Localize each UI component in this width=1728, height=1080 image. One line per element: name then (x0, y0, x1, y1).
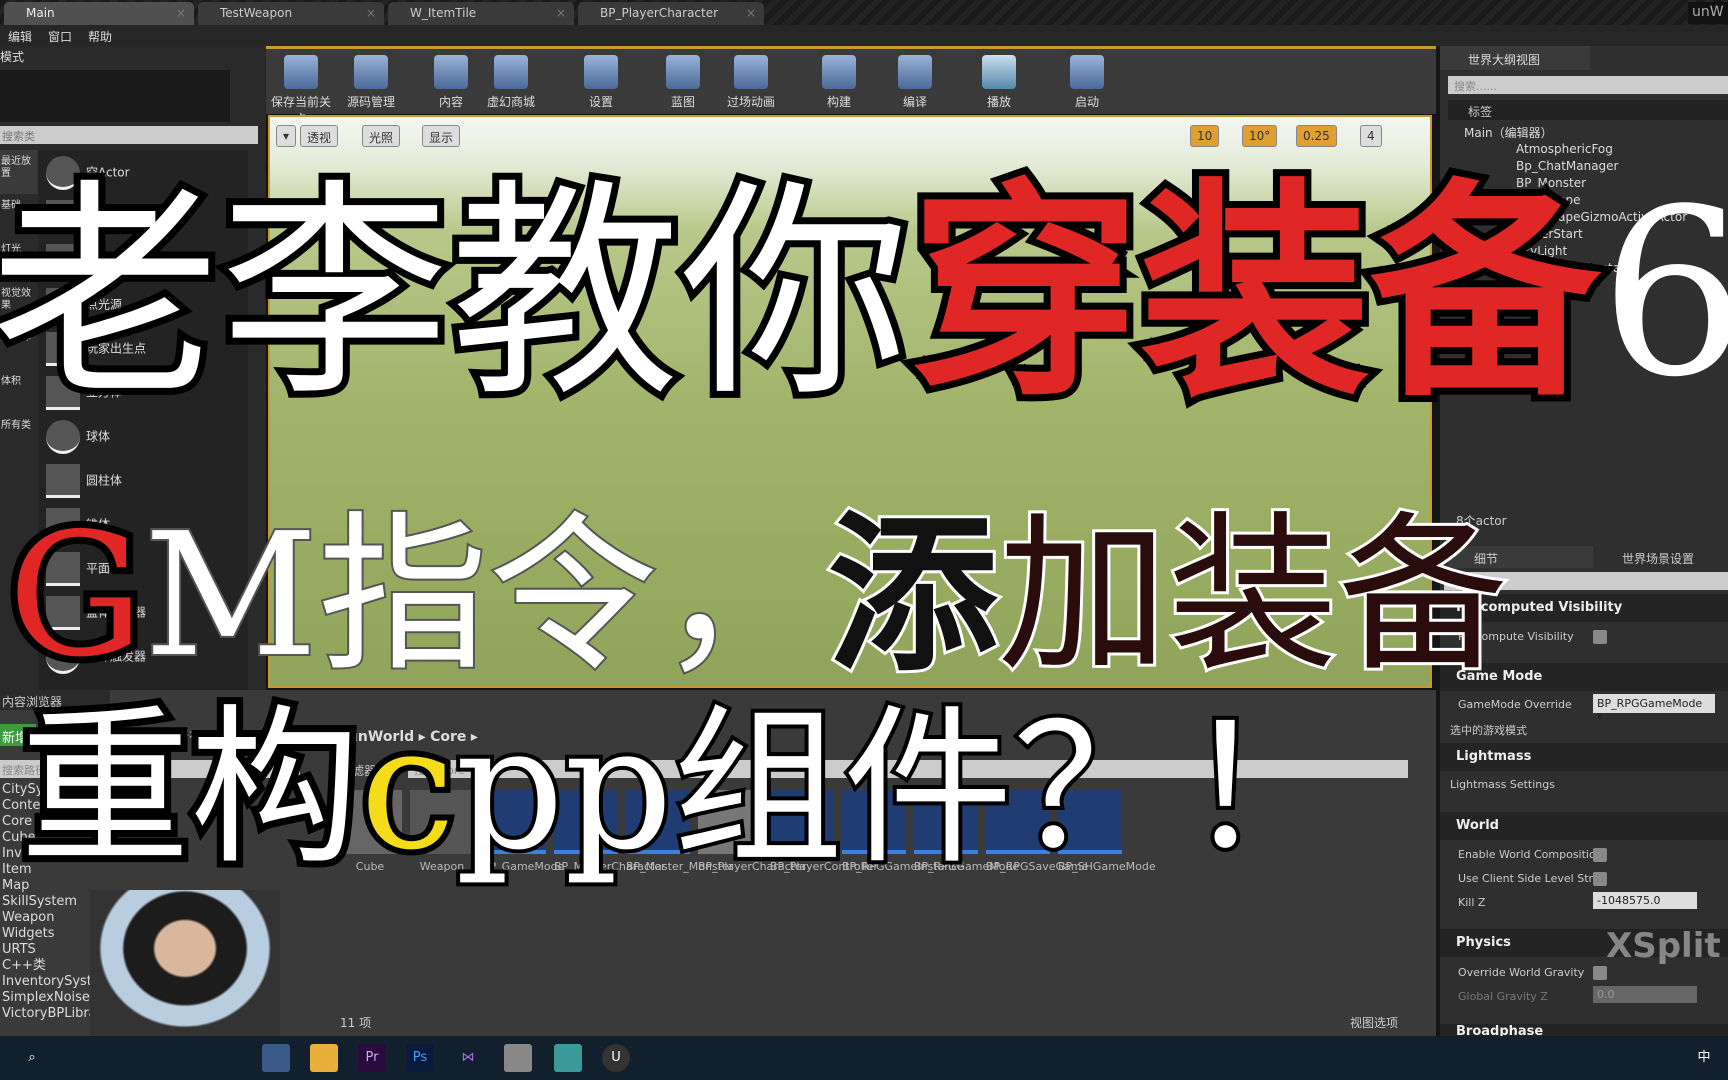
search-icon[interactable]: ⌕ (18, 1044, 46, 1072)
build-icon (822, 55, 856, 89)
section-broadphase[interactable]: Broadphase (1440, 1024, 1728, 1039)
view-options-button[interactable]: 视图选项 (1350, 1014, 1398, 1031)
blueprints-button[interactable]: 蓝图 (648, 55, 718, 110)
prop-label: Global Gravity Z (1458, 990, 1548, 1003)
outliner-tab[interactable]: 世界大纲视图 (1440, 46, 1590, 70)
source-control-button[interactable]: 源码管理 (336, 55, 406, 110)
xsplit-watermark: XSplit (1606, 926, 1721, 966)
outliner-row[interactable]: Main（编辑器） (1464, 124, 1553, 143)
title-overlay-line3: 重构cpp组件？！ (13, 690, 1357, 888)
file-explorer-icon[interactable] (310, 1044, 338, 1072)
override-gravity-checkbox[interactable] (1593, 966, 1607, 980)
mode-icons[interactable] (0, 70, 230, 122)
show-button[interactable]: 显示 (422, 125, 461, 147)
webcam-overlay (90, 890, 280, 1036)
world-composition-checkbox[interactable] (1593, 848, 1607, 862)
perspective-button[interactable]: 透视 (300, 125, 339, 147)
gear-icon (584, 55, 618, 89)
xsplit-icon[interactable] (554, 1044, 582, 1072)
prop-label: Use Client Side Level Stre (1458, 872, 1600, 885)
close-icon[interactable]: × (556, 6, 566, 20)
blueprint-icon (666, 55, 700, 89)
prop-label[interactable]: Lightmass Settings (1450, 778, 1555, 791)
rotation-snap-button[interactable]: 10° (1242, 125, 1278, 147)
gamemode-override-dropdown[interactable]: BP_RPGGameMode ▾ (1593, 694, 1715, 723)
menu-edit[interactable]: 编辑 (0, 25, 40, 48)
menu-help[interactable]: 帮助 (80, 25, 120, 48)
project-label: unW (1688, 2, 1728, 24)
scale-snap-button[interactable]: 0.25 (1296, 125, 1337, 147)
ime-indicator[interactable]: 中 (1690, 1044, 1718, 1072)
outliner-search-input[interactable]: 搜索...... (1448, 76, 1728, 94)
close-icon[interactable]: × (366, 6, 376, 20)
camera-speed-button[interactable]: 4 (1360, 125, 1382, 147)
build-button[interactable]: 构建 (804, 55, 874, 110)
class-search-input[interactable]: 搜索类 (0, 126, 258, 144)
title-overlay-line2: GM指令，添加装备 (1, 495, 1511, 695)
title-overlay-line1: 老李教你穿装备6 (0, 158, 1728, 428)
content-icon (434, 55, 468, 89)
world-settings-tab[interactable]: 世界场景设置 (1600, 546, 1694, 567)
cinematics-button[interactable]: 过场动画 (716, 55, 786, 110)
premiere-icon[interactable]: Pr (358, 1044, 386, 1072)
item-count: 11 项 (340, 1016, 372, 1030)
precompute-visibility-checkbox[interactable] (1593, 630, 1607, 644)
compile-button[interactable]: 编译 (880, 55, 950, 110)
play-icon (982, 55, 1016, 89)
prop-label: Enable World Composition (1458, 848, 1603, 861)
grid-snap-button[interactable]: 10 (1190, 125, 1220, 147)
prop-label: GameMode Override (1458, 698, 1572, 711)
menu-window[interactable]: 窗口 (40, 25, 80, 48)
settings-button[interactable]: 设置 (566, 55, 636, 110)
compile-icon (898, 55, 932, 89)
section-lightmass[interactable]: Lightmass (1440, 743, 1728, 771)
modes-title: 模式 (0, 50, 25, 64)
unreal-icon[interactable]: U (602, 1044, 630, 1072)
main-toolbar: 保存当前关卡 源码管理 内容 虚幻商城 设置 蓝图 过场动画 构建 编译 播放 … (266, 46, 1436, 126)
launch-icon (1070, 55, 1104, 89)
prop-label: Override World Gravity (1458, 966, 1585, 979)
photoshop-icon[interactable]: Ps (406, 1044, 434, 1072)
close-icon[interactable]: × (176, 6, 186, 20)
source-control-icon (354, 55, 388, 89)
global-gravity-input[interactable]: 0.0 (1593, 986, 1697, 1003)
prop-label: Kill Z (1458, 896, 1486, 909)
tab-bp-playercharacter[interactable]: BP_PlayerCharacter × (578, 2, 764, 25)
tab-main[interactable]: Main × (4, 2, 194, 25)
editor-tab-bar: Main × TestWeapon × W_ItemTile × BP_PlayerC… (0, 0, 1728, 25)
launch-button[interactable]: 启动 (1052, 55, 1122, 110)
menu-bar: 编辑 窗口 帮助 (0, 25, 1728, 46)
clapper-icon (734, 55, 768, 89)
marketplace-button[interactable]: 虚幻商城 (476, 55, 546, 110)
save-icon (284, 55, 318, 89)
app-icon[interactable] (504, 1044, 532, 1072)
prop-label[interactable]: 选中的游戏模式 (1450, 722, 1527, 738)
cylinder-icon (46, 464, 80, 498)
viewport-options-button[interactable]: ▾ (276, 125, 297, 147)
outliner-column-label[interactable]: 标签 (1448, 100, 1728, 120)
lit-button[interactable]: 光照 (362, 125, 401, 147)
tab-w-itemtile[interactable]: W_ItemTile × (388, 2, 574, 25)
marketplace-icon (494, 55, 528, 89)
section-world[interactable]: World (1440, 812, 1728, 840)
kill-z-input[interactable]: -1048575.0 (1593, 892, 1697, 909)
tab-testweapon[interactable]: TestWeapon × (198, 2, 384, 25)
visual-studio-icon[interactable]: ⋈ (454, 1044, 482, 1072)
network-app-icon[interactable] (262, 1044, 290, 1072)
close-icon[interactable]: × (746, 6, 756, 20)
play-button[interactable]: 播放 (964, 55, 1034, 110)
client-side-streaming-checkbox[interactable] (1593, 872, 1607, 886)
taskbar: ⌕ Pr Ps ⋈ U 中 (0, 1036, 1728, 1080)
